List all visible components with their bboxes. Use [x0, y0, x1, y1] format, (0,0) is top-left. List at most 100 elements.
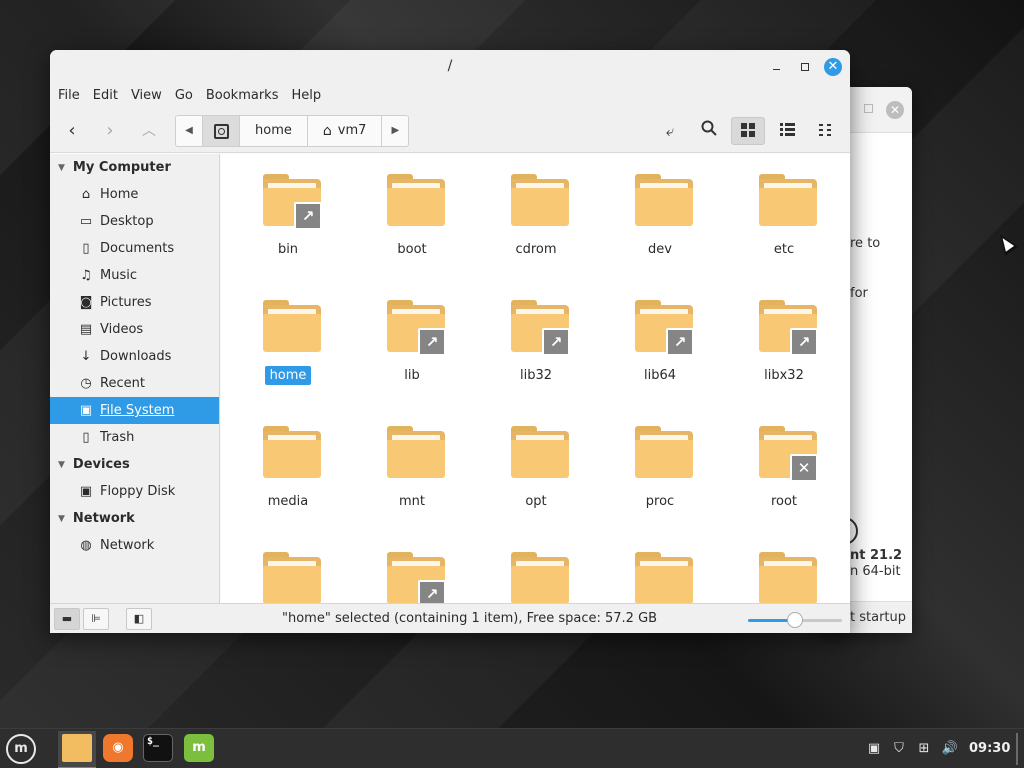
background-startup-text[interactable]: t startup — [850, 610, 906, 625]
folder-item[interactable]: boot — [350, 154, 474, 274]
folder-item[interactable]: ↗ bin — [226, 154, 350, 274]
folder-item[interactable] — [474, 532, 598, 603]
maximize-button[interactable] — [796, 58, 814, 76]
folder-icon — [62, 734, 92, 762]
background-maximize-icon[interactable] — [864, 104, 873, 113]
menu-file[interactable]: File — [58, 84, 90, 108]
sidebar-item-floppy-disk[interactable]: ▣ Floppy Disk — [50, 478, 219, 505]
symlink-emblem-icon: ↗ — [790, 328, 818, 356]
background-version-text: nt 21.2 — [850, 548, 903, 563]
sidebar-section-network[interactable]: ▼ Network — [50, 505, 219, 532]
close-button[interactable]: ✕ — [824, 58, 842, 76]
symlink-emblem-icon: ↗ — [542, 328, 570, 356]
path-scroll-left-icon[interactable]: ◀ — [176, 116, 202, 146]
documents-icon: ▯ — [82, 241, 90, 256]
taskbar-app-firefox[interactable]: ◉ — [99, 731, 137, 768]
statusbar: ▬ ⊫ ◧ "home" selected (containing 1 item… — [50, 603, 850, 633]
path-filesystem-button[interactable] — [202, 116, 240, 146]
taskbar-app-terminal[interactable]: $_ — [139, 731, 177, 768]
search-icon[interactable] — [692, 117, 726, 145]
shield-icon[interactable]: ⛉ — [890, 740, 908, 758]
show-treeview-button[interactable]: ⊫ — [83, 608, 109, 630]
background-close-icon[interactable]: ✕ — [886, 101, 904, 119]
grid-view-icon[interactable] — [731, 117, 765, 145]
titlebar[interactable]: / ✕ — [50, 50, 850, 84]
clock[interactable]: 09:30 — [969, 741, 1010, 756]
menu-edit[interactable]: Edit — [93, 84, 128, 108]
folder-label: lib64 — [643, 368, 677, 383]
folder-label: home — [226, 366, 350, 385]
network-icon[interactable]: ⊞ — [915, 740, 933, 758]
folder-item[interactable]: opt — [474, 406, 598, 526]
folder-item[interactable]: ↗ lib64 — [598, 280, 722, 400]
sidebar-item-trash[interactable]: ▯ Trash — [50, 424, 219, 451]
compact-view-icon[interactable] — [809, 117, 843, 145]
sidebar-item-file-system[interactable]: ▣ File System — [50, 397, 219, 424]
folder-icon — [387, 426, 445, 478]
sidebar-item-documents[interactable]: ▯ Documents — [50, 235, 219, 262]
sidebar-item-pictures[interactable]: ◙ Pictures — [50, 289, 219, 316]
sidebar-item-label: Recent — [100, 376, 145, 391]
path-segment-user[interactable]: ⌂ vm7 — [308, 116, 383, 146]
folder-item[interactable]: dev — [598, 154, 722, 274]
forward-arrow-icon[interactable]: › — [99, 120, 121, 142]
back-arrow-icon[interactable]: ‹ — [61, 120, 83, 142]
folder-icon: ↗ — [263, 174, 322, 230]
folder-label: libx32 — [764, 368, 804, 383]
volume-icon[interactable]: 🔊 — [941, 740, 959, 758]
sidebar-section-my-computer[interactable]: ▼ My Computer — [50, 154, 219, 181]
folder-item[interactable]: media — [226, 406, 350, 526]
path-scroll-right-icon[interactable]: ▶ — [382, 116, 408, 146]
folder-icon — [263, 300, 321, 352]
hide-sidebar-button[interactable]: ◧ — [126, 608, 152, 630]
folder-label: lib32 — [519, 368, 553, 383]
folder-item[interactable]: ↗ lib32 — [474, 280, 598, 400]
folder-item[interactable]: ✕ root — [722, 406, 846, 526]
folder-item[interactable]: etc — [722, 154, 846, 274]
path-segment-home[interactable]: home — [240, 116, 308, 146]
folder-item[interactable] — [226, 532, 350, 603]
zoom-slider-handle[interactable] — [787, 612, 803, 628]
taskbar-app-software-manager[interactable]: m — [180, 731, 218, 768]
sidebar-item-music[interactable]: ♫ Music — [50, 262, 219, 289]
folder-icon — [759, 552, 817, 603]
sidebar: ▼ My Computer ⌂ Home ▭ Desktop ▯ Documen… — [50, 154, 220, 603]
menu-go[interactable]: Go — [175, 84, 203, 108]
folder-item[interactable]: proc — [598, 406, 722, 526]
menu-help[interactable]: Help — [291, 84, 331, 108]
sidebar-item-recent[interactable]: ◷ Recent — [50, 370, 219, 397]
folder-item[interactable] — [722, 532, 846, 603]
mint-menu-icon[interactable]: m — [6, 734, 36, 764]
sidebar-item-label: Videos — [100, 322, 144, 337]
sidebar-item-network[interactable]: ◍ Network — [50, 532, 219, 559]
file-view[interactable]: ↗ bin boot cdrom dev etc home ↗ lib ↗ lib32 ↗ lib64 ↗… — [221, 154, 850, 603]
update-manager-icon[interactable]: ▣ — [865, 740, 883, 758]
zoom-slider[interactable] — [748, 612, 842, 628]
folder-icon — [635, 552, 693, 603]
sidebar-item-desktop[interactable]: ▭ Desktop — [50, 208, 219, 235]
sidebar-item-videos[interactable]: ▤ Videos — [50, 316, 219, 343]
list-view-icon[interactable] — [770, 117, 804, 145]
show-places-button[interactable]: ▬ — [54, 608, 80, 630]
folder-icon — [635, 174, 693, 226]
menu-view[interactable]: View — [131, 84, 172, 108]
location-entry-icon[interactable]: ⤶ — [653, 117, 687, 145]
minimize-button[interactable] — [768, 58, 786, 76]
sidebar-item-home[interactable]: ⌂ Home — [50, 181, 219, 208]
sidebar-section-devices[interactable]: ▼ Devices — [50, 451, 219, 478]
taskbar-app-files[interactable] — [58, 731, 96, 768]
folder-item[interactable] — [598, 532, 722, 603]
file-manager-window: / ✕ File Edit View Go Bookmarks Help ‹ ›… — [50, 50, 850, 633]
folder-item[interactable]: ↗ libx32 — [722, 280, 846, 400]
up-arrow-icon[interactable]: ︿ — [138, 120, 160, 142]
folder-item[interactable]: home — [226, 280, 350, 400]
folder-item[interactable]: ↗ lib — [350, 280, 474, 400]
folder-item[interactable]: mnt — [350, 406, 474, 526]
filesystem-icon: ▣ — [79, 403, 93, 418]
folder-label: lib — [404, 368, 420, 383]
menu-bookmarks[interactable]: Bookmarks — [206, 84, 289, 108]
folder-item[interactable]: ↗ — [350, 532, 474, 603]
show-desktop-button[interactable] — [1016, 733, 1018, 765]
folder-item[interactable]: cdrom — [474, 154, 598, 274]
sidebar-item-downloads[interactable]: ↓ Downloads — [50, 343, 219, 370]
